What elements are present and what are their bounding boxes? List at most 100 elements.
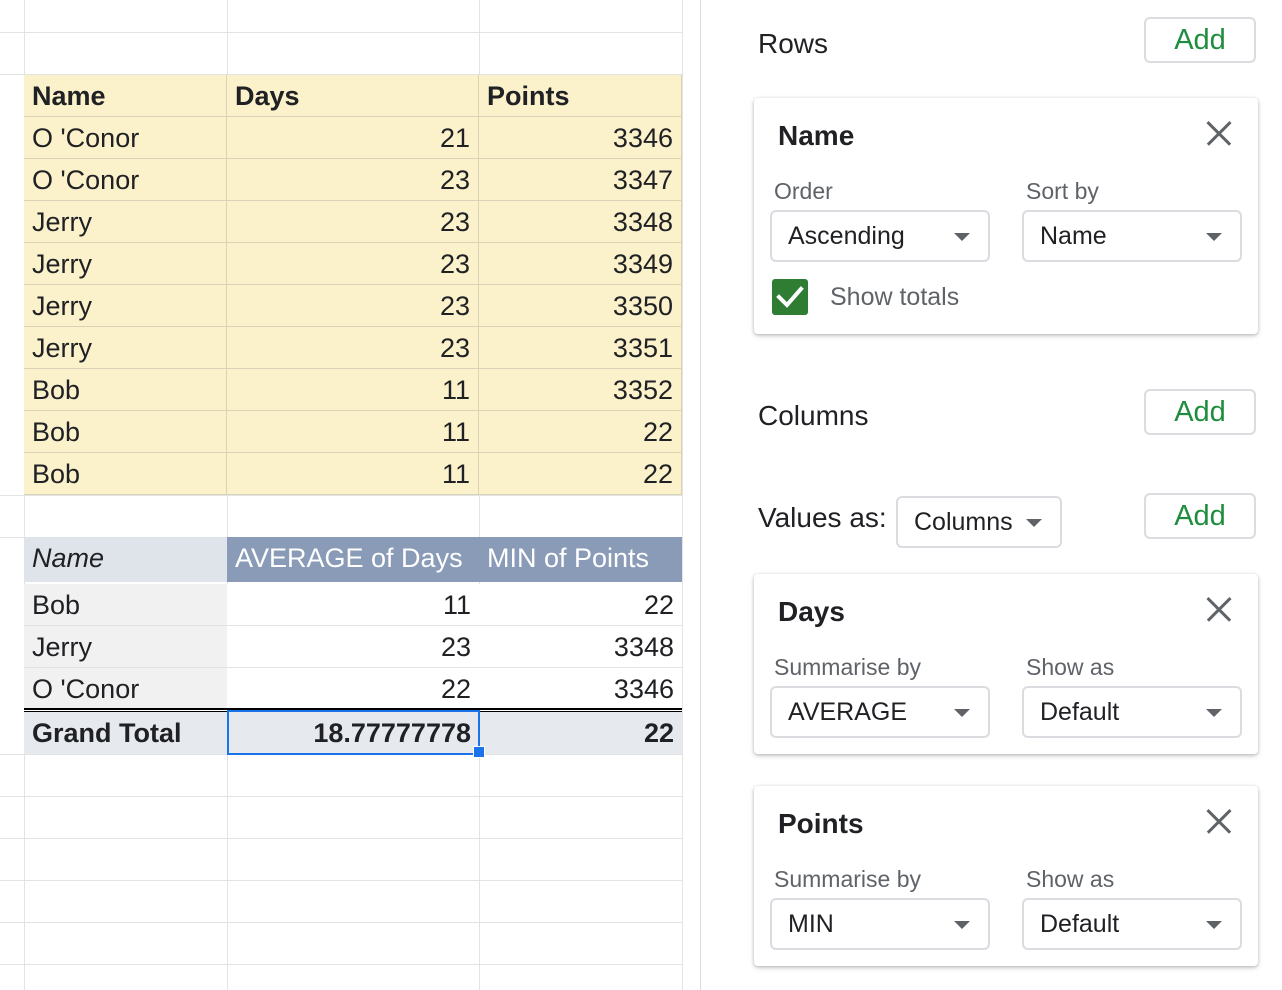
pivot-cell-points[interactable]: 22: [479, 584, 682, 626]
sort-by-label: Sort by: [1026, 178, 1099, 204]
chevron-down-icon: [954, 709, 970, 717]
pivot-row-name[interactable]: O 'Conor: [24, 668, 227, 710]
summarise-by-label: Summarise by: [774, 866, 921, 892]
rows-section-title: Rows: [758, 28, 829, 59]
chevron-down-icon: [1206, 921, 1222, 929]
chevron-down-icon: [1206, 233, 1222, 241]
summarise-by-label: Summarise by: [774, 654, 921, 680]
values-as-label: Values as:: [758, 502, 887, 533]
show-as-value: Default: [1040, 698, 1120, 726]
source-cell-name[interactable]: Jerry: [24, 285, 227, 327]
row-field-card: Name Order Sort by Ascending Name Show t…: [754, 98, 1258, 334]
values-as-value: Columns: [914, 508, 1013, 536]
grid-row-line: [0, 964, 700, 965]
source-cell-points[interactable]: 3351: [479, 327, 682, 369]
source-header-points[interactable]: Points: [479, 75, 682, 117]
grid-row-line: [0, 495, 700, 496]
value-field-title: Points: [778, 808, 864, 839]
spreadsheet-grid[interactable]: Name Days Points O 'Conor 21 3346 O 'Con…: [0, 0, 700, 990]
grid-row-line: [0, 32, 700, 33]
add-column-button[interactable]: Add: [1144, 389, 1256, 435]
source-cell-name[interactable]: Jerry: [24, 327, 227, 369]
remove-value-field-icon[interactable]: [1202, 592, 1236, 626]
source-cell-points[interactable]: 22: [479, 411, 682, 453]
source-cell-days[interactable]: 11: [227, 453, 479, 495]
remove-value-field-icon[interactable]: [1202, 804, 1236, 838]
source-cell-days[interactable]: 11: [227, 411, 479, 453]
pivot-cell-points[interactable]: 3346: [479, 668, 682, 710]
show-as-label: Show as: [1026, 866, 1115, 892]
chevron-down-icon: [954, 233, 970, 241]
show-as-label: Show as: [1026, 654, 1115, 680]
order-value: Ascending: [788, 222, 905, 250]
pivot-header-min-points[interactable]: MIN of Points: [479, 537, 682, 582]
source-cell-name[interactable]: O 'Conor: [24, 159, 227, 201]
grid-row-line: [0, 880, 700, 881]
source-cell-days[interactable]: 23: [227, 285, 479, 327]
chevron-down-icon: [954, 921, 970, 929]
pivot-cell-points[interactable]: 3348: [479, 626, 682, 668]
grand-total-points[interactable]: 22: [479, 712, 682, 754]
pivot-cell-days[interactable]: 22: [227, 668, 479, 710]
remove-row-field-icon[interactable]: [1202, 116, 1236, 150]
summarise-by-dropdown[interactable]: MIN: [770, 898, 990, 950]
value-field-title: Days: [778, 596, 845, 627]
summarise-by-value: AVERAGE: [788, 698, 908, 726]
sort-by-value: Name: [1040, 222, 1107, 250]
source-header-name[interactable]: Name: [24, 75, 227, 117]
source-cell-days[interactable]: 23: [227, 201, 479, 243]
pivot-table-editor: Rows Add Name Order Sort by Ascending Na…: [722, 0, 1282, 990]
source-cell-points[interactable]: 3350: [479, 285, 682, 327]
source-cell-points[interactable]: 3352: [479, 369, 682, 411]
source-cell-name[interactable]: Jerry: [24, 243, 227, 285]
grid-row-line: [0, 796, 700, 797]
source-cell-days[interactable]: 23: [227, 243, 479, 285]
active-cell-selection[interactable]: [227, 710, 480, 755]
grid-row-line: [0, 922, 700, 923]
source-cell-days[interactable]: 21: [227, 117, 479, 159]
sort-by-dropdown[interactable]: Name: [1022, 210, 1242, 262]
show-totals-label[interactable]: Show totals: [830, 283, 959, 312]
summarise-by-dropdown[interactable]: AVERAGE: [770, 686, 990, 738]
row-field-title: Name: [778, 120, 855, 151]
source-cell-days[interactable]: 23: [227, 327, 479, 369]
pivot-row-name[interactable]: Bob: [24, 584, 227, 626]
values-as-dropdown[interactable]: Columns: [896, 496, 1062, 548]
source-cell-points[interactable]: 22: [479, 453, 682, 495]
columns-section-title: Columns: [758, 400, 869, 431]
grand-total-label[interactable]: Grand Total: [24, 712, 227, 754]
pivot-header-name[interactable]: Name: [24, 537, 227, 582]
source-cell-days[interactable]: 23: [227, 159, 479, 201]
order-label: Order: [774, 178, 833, 204]
source-cell-points[interactable]: 3346: [479, 117, 682, 159]
order-dropdown[interactable]: Ascending: [770, 210, 990, 262]
value-field-card-points: Points Summarise by Show as MIN Default: [754, 786, 1258, 966]
fill-handle[interactable]: [473, 746, 485, 758]
value-field-card-days: Days Summarise by Show as AVERAGE Defaul…: [754, 574, 1258, 754]
chevron-down-icon: [1026, 519, 1042, 527]
pivot-row-name[interactable]: Jerry: [24, 626, 227, 668]
add-value-button[interactable]: Add: [1144, 493, 1256, 539]
source-cell-name[interactable]: Jerry: [24, 201, 227, 243]
source-cell-name[interactable]: Bob: [24, 369, 227, 411]
source-cell-points[interactable]: 3347: [479, 159, 682, 201]
source-cell-points[interactable]: 3349: [479, 243, 682, 285]
source-cell-points[interactable]: 3348: [479, 201, 682, 243]
show-as-dropdown[interactable]: Default: [1022, 898, 1242, 950]
panel-divider: [700, 0, 722, 990]
source-cell-name[interactable]: O 'Conor: [24, 117, 227, 159]
show-as-value: Default: [1040, 910, 1120, 938]
pivot-header-average-days[interactable]: AVERAGE of Days: [227, 537, 479, 582]
source-cell-name[interactable]: Bob: [24, 411, 227, 453]
source-cell-days[interactable]: 11: [227, 369, 479, 411]
show-totals-checkbox[interactable]: [772, 279, 808, 315]
add-row-button[interactable]: Add: [1144, 17, 1256, 63]
source-header-days[interactable]: Days: [227, 75, 479, 117]
chevron-down-icon: [1206, 709, 1222, 717]
show-as-dropdown[interactable]: Default: [1022, 686, 1242, 738]
sheet-right-edge: [682, 0, 700, 990]
source-cell-name[interactable]: Bob: [24, 453, 227, 495]
pivot-cell-days[interactable]: 11: [227, 584, 479, 626]
summarise-by-value: MIN: [788, 910, 834, 938]
pivot-cell-days[interactable]: 23: [227, 626, 479, 668]
